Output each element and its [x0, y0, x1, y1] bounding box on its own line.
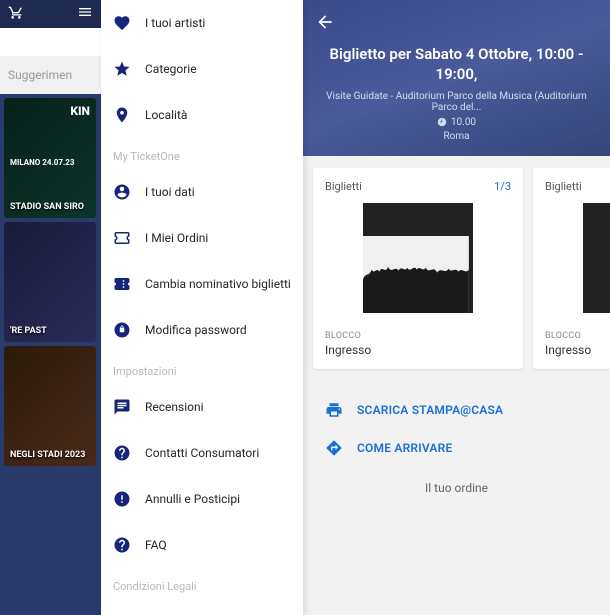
back-button[interactable] [315, 8, 598, 44]
sidebar-item-faq[interactable]: FAQ [101, 522, 303, 568]
sidebar-item-label: I Miei Ordini [145, 231, 208, 245]
directions-button[interactable]: COME ARRIVARE [319, 429, 594, 467]
section-label-myticketone: My TicketOne [101, 138, 303, 169]
section-label-legal: Condizioni Legali [101, 568, 303, 599]
chat-icon [113, 398, 131, 416]
ticket-cards: Biglietti 1/3 BLOCCO Ingresso Biglietti … [303, 156, 610, 381]
tickets-icon [113, 275, 131, 293]
sidebar-item-cancellations[interactable]: Annulli e Posticipi [101, 476, 303, 522]
help-icon [113, 444, 131, 462]
sidebar-item-contacts[interactable]: Contatti Consumatori [101, 430, 303, 476]
crowd-icon [363, 236, 469, 313]
detail-actions: SCARICA STAMPA@CASA COME ARRIVARE [303, 381, 610, 471]
cart-icon[interactable] [8, 4, 24, 24]
sidebar-item-categories[interactable]: Categorie [101, 46, 303, 92]
directions-icon [325, 439, 343, 457]
block-value: Ingresso [545, 343, 610, 357]
sidebar-item-label: I tuoi dati [145, 185, 195, 199]
sidebar-item-password[interactable]: Modifica password [101, 307, 303, 353]
sidebar-item-artists[interactable]: I tuoi artisti [101, 0, 303, 46]
event-thumb[interactable]: KIN MILANO 24.07.23 STADIO SAN SIRO [4, 98, 96, 218]
suggestions-label: Suggerimen [0, 56, 101, 94]
ticket-image [583, 203, 610, 313]
block-value: Ingresso [325, 343, 511, 357]
help-icon [113, 536, 131, 554]
sidebar-item-mydata[interactable]: I tuoi dati [101, 169, 303, 215]
star-icon [113, 60, 131, 78]
print-icon [325, 401, 343, 419]
event-thumb[interactable]: 'RE PAST [4, 222, 96, 342]
sidebar-item-label: FAQ [145, 538, 167, 552]
sidebar-item-orders[interactable]: I Miei Ordini [101, 215, 303, 261]
ticket-card[interactable]: Biglietti BLOCCO Ingresso [533, 168, 610, 369]
arrow-left-icon [315, 12, 335, 32]
sidebar-item-legal[interactable]: Condizioni Legali [101, 599, 303, 615]
sidebar-item-changename[interactable]: Cambia nominativo biglietti [101, 261, 303, 307]
sidebar-item-label: Recensioni [145, 400, 204, 414]
app-background: Suggerimen KIN MILANO 24.07.23 STADIO SA… [0, 0, 101, 615]
sidebar-item-label: I tuoi artisti [145, 16, 205, 30]
card-head-label: Biglietti [325, 180, 362, 193]
download-print-button[interactable]: SCARICA STAMPA@CASA [319, 391, 594, 429]
sidebar-item-label: Modifica password [145, 323, 247, 337]
section-label-settings: Impostazioni [101, 353, 303, 384]
alert-icon [113, 490, 131, 508]
ticket-icon [113, 229, 131, 247]
event-thumb[interactable]: NEGLI STADI 2023 [4, 346, 96, 466]
block-label: BLOCCO [545, 331, 610, 341]
clock-icon [437, 117, 447, 127]
sidebar-item-label: Contatti Consumatori [145, 446, 259, 460]
detail-subtitle: Visite Guidate - Auditorium Parco della … [315, 91, 598, 113]
detail-time: 10.00 [315, 117, 598, 128]
nav-drawer: I tuoi artisti Categorie Località My Tic… [101, 0, 303, 615]
sidebar-item-label: Cambia nominativo biglietti [145, 277, 291, 291]
sidebar-item-label: Località [145, 108, 187, 122]
account-icon [113, 183, 131, 201]
heart-icon [113, 14, 131, 32]
sidebar-item-label: Annulli e Posticipi [145, 492, 240, 506]
detail-city: Roma [315, 131, 598, 142]
search-input[interactable] [0, 28, 101, 56]
menu-icon[interactable] [77, 4, 93, 24]
detail-header: Biglietto per Sabato 4 Ottobre, 10:00 - … [303, 0, 610, 156]
sidebar-item-locations[interactable]: Località [101, 92, 303, 138]
card-count: 1/3 [494, 180, 511, 193]
sidebar-item-label: Categorie [145, 62, 197, 76]
location-icon [113, 106, 131, 124]
sidebar-item-reviews[interactable]: Recensioni [101, 384, 303, 430]
lock-icon [113, 321, 131, 339]
topbar [0, 0, 101, 28]
ticket-card[interactable]: Biglietti 1/3 BLOCCO Ingresso [313, 168, 523, 369]
block-label: BLOCCO [325, 331, 511, 341]
order-label: Il tuo ordine [303, 471, 610, 505]
ticket-image [363, 203, 473, 313]
detail-title: Biglietto per Sabato 4 Ottobre, 10:00 - … [315, 44, 598, 85]
card-head-label: Biglietti [545, 180, 582, 193]
ticket-detail: Biglietto per Sabato 4 Ottobre, 10:00 - … [303, 0, 610, 615]
